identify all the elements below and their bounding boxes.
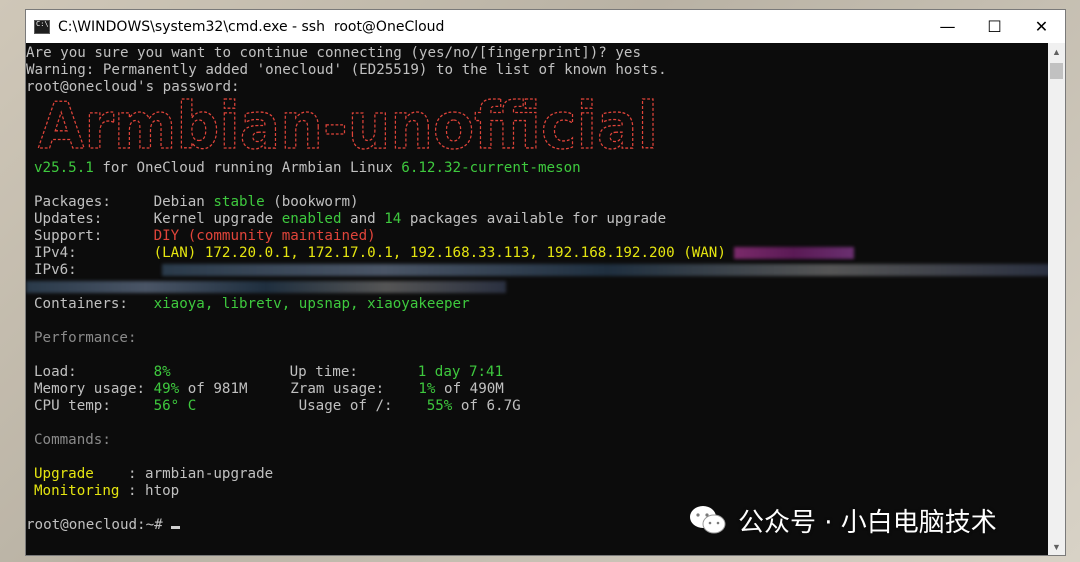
- text-cursor: [171, 526, 181, 529]
- cpu-temp-value: 56° C: [153, 398, 197, 414]
- watermark-text: 公众号 · 小白电脑技术: [738, 507, 997, 538]
- memory-value: 49%: [153, 381, 180, 397]
- output-line: Warning: Permanently added 'onecloud' (E…: [26, 62, 667, 78]
- updates-line: Updates: Kernel upgrade enabled and 14 p…: [26, 211, 1048, 228]
- wechat-icon: [690, 506, 726, 534]
- scrollbar-thumb[interactable]: [1050, 63, 1063, 79]
- commands-header: Commands:: [34, 432, 111, 448]
- ipv4-wan: (WAN): [683, 245, 726, 261]
- packages-codename: (bookworm): [264, 194, 359, 210]
- terminal-output[interactable]: Are you sure you want to continue connec…: [26, 43, 1048, 555]
- command-monitor-name: Monitoring: [34, 483, 120, 499]
- disk-usage-value: 55%: [426, 398, 453, 414]
- ipv4-label: IPv4:: [34, 245, 154, 261]
- cpu-label: CPU temp:: [34, 398, 154, 414]
- shell-prompt: root@onecloud:~#: [26, 517, 172, 533]
- terminal-window: C:\WINDOWS\system32\cmd.exe - ssh root@O…: [25, 9, 1066, 556]
- ipv4-line: IPv4: (LAN) 172.20.0.1, 172.17.0.1, 192.…: [26, 245, 1048, 262]
- packages-label: Packages:: [34, 194, 154, 210]
- command-upgrade-name: Upgrade: [34, 466, 94, 482]
- watermark: 公众号 · 小白电脑技术: [688, 500, 997, 540]
- window-controls: — ☐ ✕: [924, 10, 1065, 43]
- window-title: C:\WINDOWS\system32\cmd.exe - ssh root@O…: [58, 18, 445, 35]
- disk-usage-label: Usage of /:: [298, 398, 427, 414]
- ipv6-continuation: [26, 279, 1048, 296]
- disk-usage-of: of 6.7G: [452, 398, 521, 414]
- support-value: DIY (community maintained): [153, 228, 376, 244]
- containers-line: Containers: xiaoya, libretv, upsnap, xia…: [26, 296, 1048, 313]
- memory-of: of 981M: [179, 381, 291, 397]
- redacted-ipv6-cont: [26, 281, 506, 293]
- containers-value: xiaoya, libretv, upsnap, xiaoyakeeper: [153, 296, 470, 312]
- memory-line: Memory usage: 49% of 981M Zram usage: 1%…: [26, 381, 1048, 398]
- vertical-scrollbar[interactable]: ▲ ▼: [1048, 43, 1065, 555]
- armbian-ascii-banner: Armbian-unofficial: [26, 96, 1048, 160]
- ipv6-line: IPv6:: [26, 262, 1048, 279]
- packages-distro: Debian: [153, 194, 214, 210]
- banner-svg: Armbian-unofficial: [37, 96, 658, 160]
- updates-count: 14: [384, 211, 402, 227]
- uptime-label: Up time:: [289, 364, 418, 380]
- load-value: 8%: [153, 364, 171, 380]
- packages-line: Packages: Debian stable (bookworm): [26, 194, 1048, 211]
- updates-label: Updates:: [34, 211, 154, 227]
- command-upgrade-line: Upgrade : armbian-upgrade: [26, 466, 1048, 483]
- scroll-up-arrow-icon[interactable]: ▲: [1048, 43, 1065, 60]
- uptime-value: 1 day 7:41: [417, 364, 504, 380]
- minimize-button[interactable]: —: [924, 10, 971, 43]
- output-line: Are you sure you want to continue connec…: [26, 45, 641, 61]
- version-line: v25.5.1 for OneCloud running Armbian Lin…: [26, 160, 1048, 177]
- updates-text-2: and: [341, 211, 385, 227]
- load-line: Load: 8% Up time: 1 day 7:41: [26, 364, 1048, 381]
- command-separator: :: [119, 483, 146, 499]
- support-label: Support:: [34, 228, 154, 244]
- memory-label: Memory usage:: [34, 381, 154, 397]
- updates-enabled: enabled: [281, 211, 342, 227]
- close-button[interactable]: ✕: [1018, 10, 1065, 43]
- zram-value: 1%: [418, 381, 436, 397]
- containers-label: Containers:: [34, 296, 154, 312]
- scroll-down-arrow-icon[interactable]: ▼: [1048, 538, 1065, 555]
- ipv6-label: IPv6:: [34, 262, 77, 278]
- kernel-version: 6.12.32-current-meson: [401, 160, 581, 176]
- updates-text-1: Kernel upgrade: [153, 211, 282, 227]
- command-separator: :: [93, 466, 146, 482]
- zram-of: of 490M: [435, 381, 504, 397]
- command-upgrade-value: armbian-upgrade: [145, 466, 274, 482]
- maximize-button[interactable]: ☐: [971, 10, 1018, 43]
- command-monitor-value: htop: [145, 483, 180, 499]
- cmd-icon[interactable]: [34, 19, 50, 34]
- armbian-version: v25.5.1: [34, 160, 94, 176]
- ipv4-lan: (LAN) 172.20.0.1, 172.17.0.1, 192.168.33…: [153, 245, 684, 261]
- load-label: Load:: [34, 364, 154, 380]
- zram-label: Zram usage:: [290, 381, 419, 397]
- performance-header: Performance:: [34, 330, 137, 346]
- command-monitor-line: Monitoring : htop: [26, 483, 1048, 500]
- output-line: root@onecloud's password:: [26, 79, 240, 95]
- redacted-ip: [734, 247, 855, 259]
- packages-status: stable: [213, 194, 265, 210]
- version-middle: for OneCloud running Armbian Linux: [93, 160, 402, 176]
- redacted-ipv6: [162, 264, 1048, 276]
- title-bar[interactable]: C:\WINDOWS\system32\cmd.exe - ssh root@O…: [26, 10, 1065, 43]
- banner-text: Armbian-unofficial: [38, 96, 658, 160]
- cpu-line: CPU temp: 56° C Usage of /: 55% of 6.7G: [26, 398, 1048, 415]
- updates-text-3: packages available for upgrade: [401, 211, 667, 227]
- support-line: Support: DIY (community maintained): [26, 228, 1048, 245]
